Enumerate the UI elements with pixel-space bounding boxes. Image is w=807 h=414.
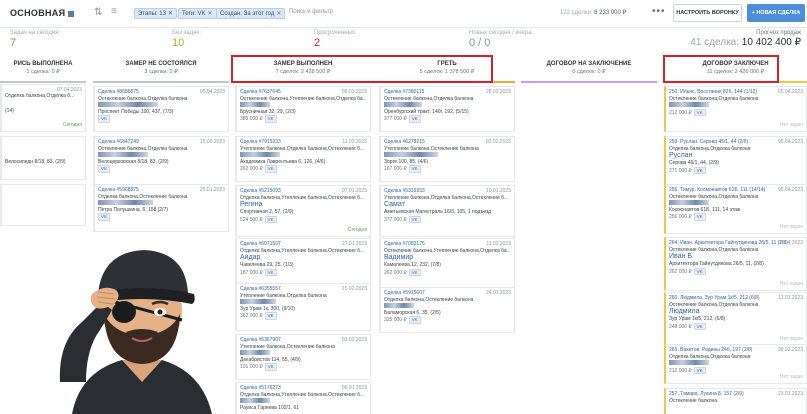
blurred-name [98, 152, 148, 158]
blurred-name [240, 102, 270, 108]
deal-card[interactable] [0, 184, 86, 226]
blurred-name [98, 200, 153, 206]
tag-vk[interactable]: VK [408, 316, 421, 324]
deal-card[interactable]: 07.04.2023 Отделка балкона,Отделка б... … [0, 84, 86, 132]
tag-vk[interactable]: VK [408, 115, 421, 123]
pipeline-title[interactable]: ОСНОВНАЯ [10, 8, 75, 18]
stat-no-tasks[interactable]: Без задач: 10 [172, 30, 201, 49]
filter-chip-stages[interactable]: Этапы: 13 ✕ [134, 8, 177, 19]
close-icon[interactable]: ✕ [208, 11, 213, 17]
deal-card[interactable]: Велосипедн 8/18, 83, (2/9) [0, 136, 86, 180]
column-header[interactable]: ЗАМЕР НЕ СОСТОЯЛСЯ 3 сделки: 0 ₽ [93, 58, 229, 83]
tag-vk[interactable]: VK [98, 213, 111, 221]
column-header[interactable]: ДОГОВОР НА ЗАКЛЮЧЕНИЕ 0 сделок: 0 ₽ [521, 58, 657, 83]
deal-card[interactable]: 260. Людмила. Зур Урам 1к/5, 212 (6/8) 1… [664, 292, 807, 346]
tag-vk[interactable]: VK [264, 363, 277, 371]
deal-card[interactable]: 259. Руслан. Серова 45/1, 44 (2/9) 05.04… [664, 136, 807, 188]
tag-vk[interactable]: VK [693, 267, 706, 276]
tag-vk[interactable]: VK [408, 165, 421, 173]
blurred-name [669, 360, 709, 366]
deal-card[interactable]: Сделка #6355557 15.02.2023 Утепление бал… [235, 283, 371, 331]
tag-vk[interactable]: VK [264, 115, 277, 123]
blurred-name [384, 102, 422, 108]
blurred-name [240, 299, 276, 305]
deal-card[interactable]: Сделка #5215093 07.01.2023 Отделка балко… [235, 185, 371, 237]
deal-card[interactable]: Сделка #5915607 24.01.2023 Отделка балко… [379, 287, 515, 333]
tag-vk[interactable]: VK [408, 268, 421, 277]
sort-icon[interactable]: ⇅ [94, 7, 102, 18]
pipeline-column [521, 84, 657, 414]
more-icon[interactable]: ••• [652, 6, 666, 17]
new-deal-button[interactable]: + НОВАЯ СДЕЛКА [747, 4, 805, 22]
blurred-name [240, 350, 270, 356]
deal-card[interactable]: 265. Вахитов. Родины 24б, 197 (2/8) 28.0… [664, 344, 807, 384]
tag-vk[interactable]: VK [693, 166, 706, 175]
deal-card[interactable]: Сделка #6367907 03.02.2023 Утепление бал… [235, 334, 371, 380]
blurred-name [240, 398, 270, 404]
blurred-name [240, 152, 280, 158]
blurred-name [384, 303, 414, 309]
tag-vk[interactable]: VK [693, 322, 706, 331]
filter-chip-tags[interactable]: Теги: VK ✕ [178, 8, 217, 19]
deal-card[interactable]: Сделка #5176273 06.01.2023 Отделка балко… [235, 382, 371, 414]
stat-new[interactable]: Новых сегодня / вчера: 0 / 0 [469, 30, 533, 49]
tag-vk[interactable]: VK [693, 213, 706, 221]
close-icon[interactable]: ✕ [276, 11, 281, 17]
title-blur [68, 10, 75, 17]
deal-card[interactable]: 264. Иван. Архитектора Гайнутдинова 26/5… [664, 237, 807, 291]
stat-tasks-today[interactable]: Задач на сегодня: 7 [10, 30, 60, 49]
tag-vk[interactable]: VK [264, 165, 277, 173]
setup-funnel-button[interactable]: НАСТРОИТЬ ВОРОНКУ [673, 4, 742, 22]
sales-forecast: Прогноз продаж 41 сделка: 10 402 400 ₽ [690, 30, 801, 48]
deal-card[interactable]: Сделка #7915333 11.03.2023 Утепление бал… [235, 136, 371, 182]
pipeline-column: Сделка #7380115 28.02.2023 Остекление ба… [379, 84, 515, 414]
blurred-name [98, 102, 158, 108]
top-bar: ОСНОВНАЯ ⇅ ≡ Этапы: 13 ✕ Теги: VK ✕ Создан… [0, 0, 807, 28]
blurred-name [384, 152, 438, 158]
tag-vk[interactable]: VK [693, 366, 706, 375]
blurred-name [669, 102, 709, 108]
column-header[interactable]: РИСЬ ВЫПОЛНЕНА 1 сделка: 0 ₽ [0, 58, 86, 83]
deal-card[interactable]: Сделка #6847249 15.02.2023 Остекление ба… [93, 136, 229, 186]
deal-card[interactable]: 250. Ильяс. Восстания 82б, 144 (1/12) 05… [664, 86, 807, 132]
highlight-box [231, 55, 493, 83]
blurred-name [669, 200, 709, 206]
tag-vk[interactable]: VK [693, 108, 706, 117]
tag-vk[interactable]: VK [264, 268, 277, 277]
tag-vk[interactable]: VK [98, 115, 111, 123]
close-icon[interactable]: ✕ [168, 11, 173, 17]
pipeline-column: 250. Ильяс. Восстания 82б, 144 (1/12) 05… [664, 84, 807, 414]
deal-card[interactable]: Сделка #5968875 25.01.2023 Отделка балко… [93, 184, 229, 232]
deal-card[interactable]: Сделка #7637645 08.03.2023 Остекление ба… [235, 86, 371, 132]
tag-vk[interactable]: VK [264, 215, 277, 224]
filter-chip-created[interactable]: Создан: За этот год ✕ [216, 8, 286, 19]
tag-vk[interactable]: VK [98, 165, 111, 173]
stat-overdue[interactable]: Просроченных: 2 [314, 30, 357, 49]
deal-card[interactable]: Сделка #7380115 28.02.2023 Остекление ба… [379, 86, 515, 132]
deal-card[interactable]: 255. Тимур. Космонавтов 61Б, 111 (14/14)… [664, 184, 807, 234]
deal-card[interactable]: Сделка #7082175 11.02.2023 Остекление ба… [379, 238, 515, 288]
deals-summary: 122 сделки: 6 233 000 ₽ [560, 10, 627, 16]
deal-card[interactable]: Сделка #5319333 10.01.2023 Утепление бал… [379, 185, 515, 237]
tag-vk[interactable]: VK [264, 312, 277, 320]
deal-card[interactable]: Сделка #6278215 02.02.2023 Утепление бал… [379, 136, 515, 182]
deal-card[interactable]: 257. Тамара. Лукина 8, 157 (2/9) 23.03.2… [664, 388, 807, 414]
deal-card[interactable]: Сделка #8686875 05.04.2023 Остекление ба… [93, 86, 229, 132]
highlight-box [663, 55, 779, 83]
search-input[interactable]: Поиск и фильтр [289, 9, 333, 15]
pipeline-column: Сделка #7637645 08.03.2023 Остекление ба… [235, 84, 371, 414]
tag-vk[interactable]: VK [408, 215, 421, 224]
list-view-icon[interactable]: ≡ [111, 6, 117, 17]
saluting-avatar-illustration [59, 250, 212, 414]
